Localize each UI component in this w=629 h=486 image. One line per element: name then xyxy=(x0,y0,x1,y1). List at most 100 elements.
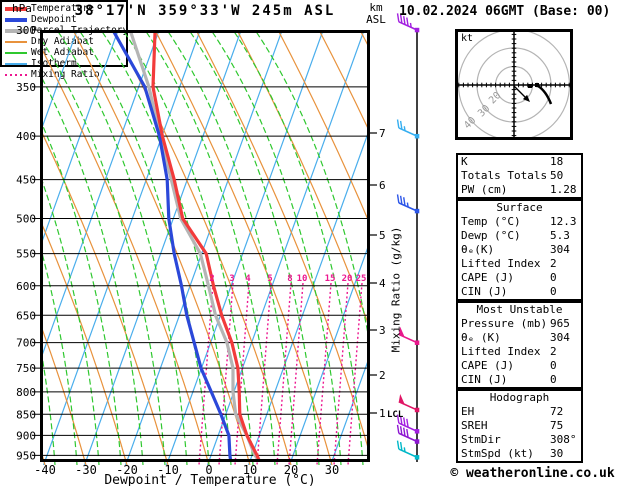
stat-label: SREH xyxy=(461,419,488,432)
stat-value: 50 xyxy=(550,169,564,182)
table-row: Temp (°C) 12.3 xyxy=(458,215,581,229)
mixing-ratio-label: 15 xyxy=(325,274,336,284)
mixing-ratio-label: 8 xyxy=(287,274,292,284)
stat-label: θₑ(K) xyxy=(461,243,495,256)
run-date-label: 10.02.2024 06GMT (Base: 00) xyxy=(399,4,611,19)
stat-label: Dewp (°C) xyxy=(461,229,521,242)
sounding-profiles xyxy=(111,30,261,463)
table-row: Lifted Index 2 xyxy=(458,345,581,359)
table-row: Lifted Index 2 xyxy=(458,257,581,271)
km-tick-label: 2 xyxy=(379,369,386,382)
stat-label: Pressure (mb) xyxy=(461,317,548,330)
stat-value: 72 xyxy=(550,405,564,418)
stat-value: 308° xyxy=(550,433,577,446)
hodo-unit-label: kt xyxy=(461,33,473,44)
stat-label: Lifted Index xyxy=(461,257,541,270)
pressure-tick-label: 550 xyxy=(16,248,36,261)
series-temperature xyxy=(151,30,261,462)
stats-table-header: Most Unstable xyxy=(476,303,563,316)
stat-label: CAPE (J) xyxy=(461,359,514,372)
mixing-ratio-label: 4 xyxy=(245,274,251,284)
stat-value: 75 xyxy=(550,419,564,432)
table-row: Totals Totals 50 xyxy=(458,169,581,183)
pressure-tick-label: 800 xyxy=(16,386,36,399)
stat-label: Lifted Index xyxy=(461,345,541,358)
stat-value: 0 xyxy=(550,373,557,386)
stat-value: 2 xyxy=(550,257,557,270)
table-row: CIN (J) 0 xyxy=(458,373,581,387)
pressure-tick-label: 950 xyxy=(16,449,36,462)
pressure-tick-label: 750 xyxy=(16,362,36,375)
stat-value: 304 xyxy=(550,331,570,344)
mixing-ratio-label: 2 xyxy=(209,274,214,284)
pressure-tick-label: 850 xyxy=(16,408,36,421)
table-row: CAPE (J) 0 xyxy=(458,359,581,373)
altitude-unit-label: km ASL xyxy=(358,2,394,26)
km-tick-label: 7 xyxy=(379,127,386,140)
km-tick-label: 3 xyxy=(379,324,386,337)
stat-label: StmSpd (kt) xyxy=(461,447,534,460)
stat-label: CIN (J) xyxy=(461,285,508,298)
table-row: EH 72 xyxy=(458,405,581,419)
hodo-ring-label: 20 xyxy=(487,90,503,106)
pressure-tick-label: 700 xyxy=(16,337,36,350)
stat-value: 304 xyxy=(550,243,570,256)
table-row: θₑ(K) 304 xyxy=(458,243,581,257)
km-tick-label: 1 xyxy=(379,407,386,420)
copyright: © weatheronline.co.uk xyxy=(450,466,615,481)
stats-table: Surface Temp (°C) 12.3 Dewp (°C) 5.3 θₑ(K) 304… xyxy=(456,199,583,301)
stat-value: 12.3 xyxy=(550,215,577,228)
table-row: PW (cm) 1.28 xyxy=(458,183,581,197)
km-tick-label: 5 xyxy=(379,229,386,242)
stat-label: Totals Totals xyxy=(461,169,548,182)
stat-label: StmDir xyxy=(461,433,501,446)
stats-table: K 18 Totals Totals 50 PW (cm) 1.28 xyxy=(456,153,583,199)
pressure-tick-label: 400 xyxy=(16,130,36,143)
stat-value: 1.28 xyxy=(550,183,577,196)
page-title: 38°17'N 359°33'W 245m ASL xyxy=(74,3,336,19)
stats-table: Hodograph EH 72 SREH 75 StmDir 308° StmSpd (kt)… xyxy=(456,389,583,463)
wind-barb xyxy=(396,119,420,139)
stat-label: θₑ (K) xyxy=(461,331,501,344)
storm-motion-arrow xyxy=(513,85,527,99)
table-row: CAPE (J) 0 xyxy=(458,271,581,285)
stat-label: Temp (°C) xyxy=(461,215,521,228)
table-row: StmSpd (kt) 30 xyxy=(458,447,581,461)
wind-barb xyxy=(396,194,420,214)
km-axis: 7 6 5 4 3 2 1 xyxy=(370,127,386,420)
series-dewpoint xyxy=(111,30,233,462)
hodograph: 203040 kt xyxy=(455,29,573,140)
stat-value: 0 xyxy=(550,359,557,372)
hodo-ring-label: 40 xyxy=(462,115,478,131)
stats-table-header: Surface xyxy=(496,201,543,214)
table-row: K 18 xyxy=(458,155,581,169)
stat-label: CAPE (J) xyxy=(461,271,514,284)
pressure-tick-label: 500 xyxy=(16,212,36,225)
mixing-ratio-labels: 2 3 4 5 8 10 15 20 25 xyxy=(209,274,366,284)
table-row: Pressure (mb) 965 xyxy=(458,317,581,331)
pressure-tick-label: 300 xyxy=(16,24,36,37)
mixing-ratio-label: 5 xyxy=(267,274,272,284)
stat-value: 0 xyxy=(550,285,557,298)
stat-label: K xyxy=(461,155,468,168)
mixing-ratio-label: 25 xyxy=(356,274,367,284)
x-axis-label: Dewpoint / Temperature (°C) xyxy=(104,473,316,486)
stats-table-header: Hodograph xyxy=(489,391,550,404)
stat-value: 2 xyxy=(550,345,557,358)
stat-value: 18 xyxy=(550,155,564,168)
table-row: θₑ (K) 304 xyxy=(458,331,581,345)
pressure-tick-label: 650 xyxy=(16,309,36,322)
mixing-ratio-label: 3 xyxy=(229,274,234,284)
lcl-marker-label: LCL xyxy=(387,410,404,420)
pressure-unit-label: hPa xyxy=(12,2,32,15)
mixing-ratio-label: 20 xyxy=(342,274,353,284)
table-row: StmDir 308° xyxy=(458,433,581,447)
stat-label: PW (cm) xyxy=(461,183,508,196)
skewt-app: 300 350 400 450 500 550 600 650 700 750 800 850 900 9… xyxy=(0,0,629,486)
km-tick-label: 4 xyxy=(379,277,386,290)
table-row: SREH 75 xyxy=(458,419,581,433)
stat-label: CIN (J) xyxy=(461,373,508,386)
altitude-unit-asl: ASL xyxy=(366,13,386,26)
pressure-tick-label: 450 xyxy=(16,174,36,187)
hodo-ring-label: 30 xyxy=(476,103,492,119)
